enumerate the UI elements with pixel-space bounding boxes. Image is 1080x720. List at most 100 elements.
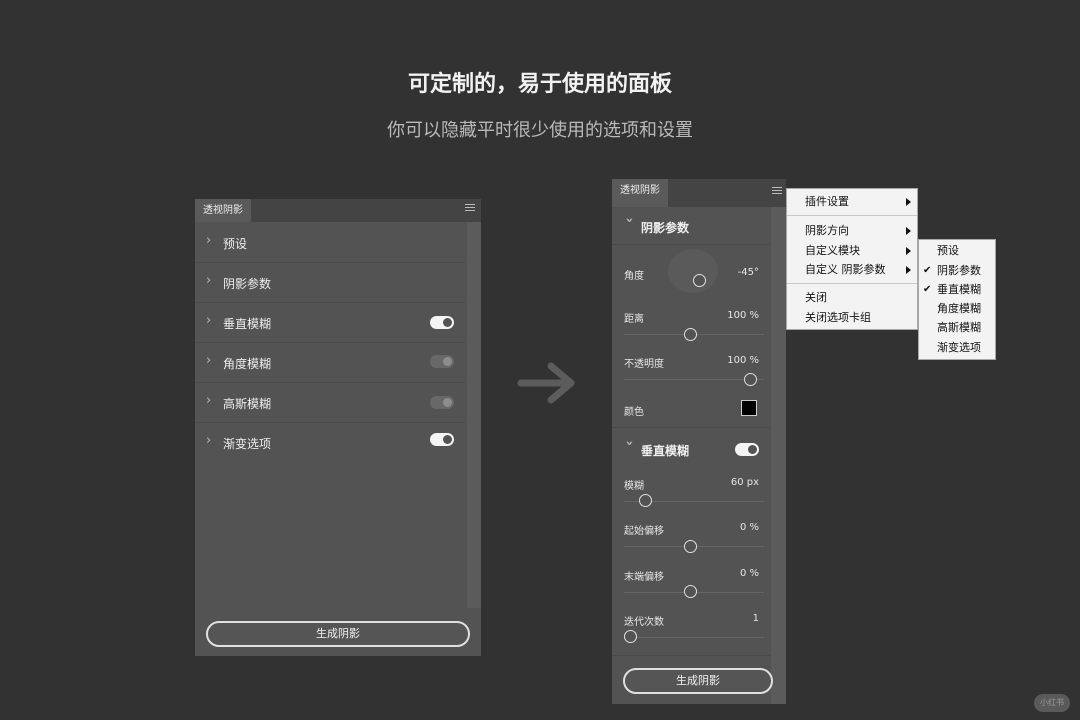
iterations-handle[interactable] [624,630,637,643]
section-title: 阴影参数 [641,221,690,235]
start-offset-value[interactable]: 0 % [714,522,759,533]
check-icon: ✔ [923,265,932,276]
angle-handle[interactable] [693,274,706,287]
menu-item-custom-shadow-params[interactable]: 自定义 阴影参数 [787,260,917,280]
start-offset-handle[interactable] [684,540,697,553]
end-offset-handle[interactable] [684,585,697,598]
row-label: 预设 [223,237,248,251]
submenu-arrow-icon [906,247,911,255]
vertical-blur-toggle[interactable] [430,316,454,329]
menu-item-label: 关闭 [805,291,827,304]
opacity-value[interactable]: 100 % [714,355,759,366]
angle-dial[interactable] [668,249,718,293]
expanded-panel: 透视阴影 › 阴影参数 角度 -45° 距离 100 % 不透明度 100 % … [612,179,786,704]
row-gradient-options[interactable]: › 渐变选项 [195,423,465,462]
angle-label: 角度 [624,271,644,282]
submenu-arrow-icon [906,198,911,206]
menu-item-label: 插件设置 [805,195,849,208]
row-label: 阴影参数 [223,277,272,291]
chevron-down-icon: › [621,440,637,446]
chevron-right-icon: › [206,273,212,288]
chevron-right-icon: › [206,393,212,408]
submenu-item-label: 预设 [937,244,959,257]
gaussian-blur-toggle[interactable] [430,396,454,409]
opacity-slider[interactable] [624,379,764,380]
row-shadow-params[interactable]: › 阴影参数 [195,263,465,303]
watermark: 小红书 [1034,694,1070,712]
blur-label: 模糊 [624,481,644,492]
iterations-value[interactable]: 1 [714,613,759,624]
row-label: 高斯模糊 [223,397,272,411]
blur-handle[interactable] [639,494,652,507]
generate-shadow-button[interactable]: 生成阴影 [623,668,773,694]
row-label: 角度模糊 [223,357,272,371]
submenu-item-preset[interactable]: 预设 [919,241,995,261]
menu-item-shadow-direction[interactable]: 阴影方向 [787,221,917,241]
panel-tab[interactable]: 透视阴影 [612,179,668,207]
panel-tabbar: 透视阴影 [612,179,786,207]
submenu-item-label: 垂直模糊 [937,283,981,296]
submenu-item-shadow-params[interactable]: ✔ 阴影参数 [919,261,995,281]
end-offset-value[interactable]: 0 % [714,568,759,579]
opacity-label: 不透明度 [624,359,664,370]
end-offset-label: 末端偏移 [624,572,664,583]
chevron-right-icon: › [206,353,212,368]
row-preset[interactable]: › 预设 [195,223,465,263]
row-label: 渐变选项 [223,437,272,451]
menu-item-plugin-settings[interactable]: 插件设置 [787,192,917,212]
panel-scrollbar[interactable] [467,222,481,608]
submenu-item-angle-blur[interactable]: 角度模糊 [919,299,995,319]
chevron-right-icon: › [206,233,212,248]
angle-value[interactable]: -45° [724,267,759,278]
row-vertical-blur[interactable]: › 垂直模糊 [195,303,465,343]
panel-tab[interactable]: 透视阴影 [195,199,251,222]
panel-menu-icon[interactable] [772,187,782,197]
menu-item-label: 关闭选项卡组 [805,311,871,324]
section-vertical-blur[interactable]: › 垂直模糊 [612,438,770,468]
opacity-handle[interactable] [744,373,757,386]
custom-modules-submenu: 预设 ✔ 阴影参数 ✔ 垂直模糊 角度模糊 高斯模糊 渐变选项 [918,239,996,360]
submenu-item-label: 高斯模糊 [937,321,981,334]
submenu-item-label: 角度模糊 [937,302,981,315]
menu-item-close[interactable]: 关闭 [787,288,917,308]
iterations-label: 迭代次数 [624,617,664,628]
panel-tabbar: 透视阴影 [195,199,481,222]
arrow-right-icon [517,360,577,410]
iterations-slider[interactable] [624,637,764,638]
menu-item-custom-modules[interactable]: 自定义模块 [787,241,917,261]
distance-value[interactable]: 100 % [714,310,759,321]
chevron-right-icon: › [206,313,212,328]
distance-handle[interactable] [684,328,697,341]
menu-item-close-tab-group[interactable]: 关闭选项卡组 [787,308,917,328]
submenu-item-label: 阴影参数 [937,264,981,277]
menu-item-label: 阴影方向 [805,224,849,237]
row-label: 垂直模糊 [223,317,272,331]
gradient-options-toggle[interactable] [430,433,454,446]
color-swatch[interactable] [741,400,757,416]
generate-shadow-button[interactable]: 生成阴影 [206,621,470,647]
simple-panel: 透视阴影 › 预设 › 阴影参数 › 垂直模糊 › 角度模糊 › 高斯模糊 › … [195,199,481,656]
menu-item-label: 自定义 阴影参数 [805,263,886,276]
chevron-right-icon: › [206,433,212,448]
submenu-item-gradient-options[interactable]: 渐变选项 [919,338,995,358]
start-offset-label: 起始偏移 [624,526,664,537]
angle-blur-toggle[interactable] [430,355,454,368]
row-angle-blur[interactable]: › 角度模糊 [195,343,465,383]
page-title: 可定制的，易于使用的面板 [407,72,672,97]
panel-scrollbar[interactable] [771,207,786,704]
vertical-blur-toggle[interactable] [735,443,759,456]
panel-menu-icon[interactable] [465,204,475,214]
submenu-arrow-icon [906,266,911,274]
submenu-item-gaussian-blur[interactable]: 高斯模糊 [919,318,995,338]
blur-value[interactable]: 60 px [714,477,759,488]
row-gaussian-blur[interactable]: › 高斯模糊 [195,383,465,423]
color-label: 颜色 [624,407,644,418]
chevron-down-icon: › [621,217,637,223]
submenu-arrow-icon [906,227,911,235]
section-shadow-params[interactable]: › 阴影参数 [612,215,770,245]
menu-item-label: 自定义模块 [805,244,860,257]
check-icon: ✔ [923,284,932,295]
panel-flyout-menu: 插件设置 阴影方向 自定义模块 自定义 阴影参数 关闭 关闭选项卡组 [786,188,918,330]
submenu-item-vertical-blur[interactable]: ✔ 垂直模糊 [919,280,995,300]
distance-label: 距离 [624,314,644,325]
